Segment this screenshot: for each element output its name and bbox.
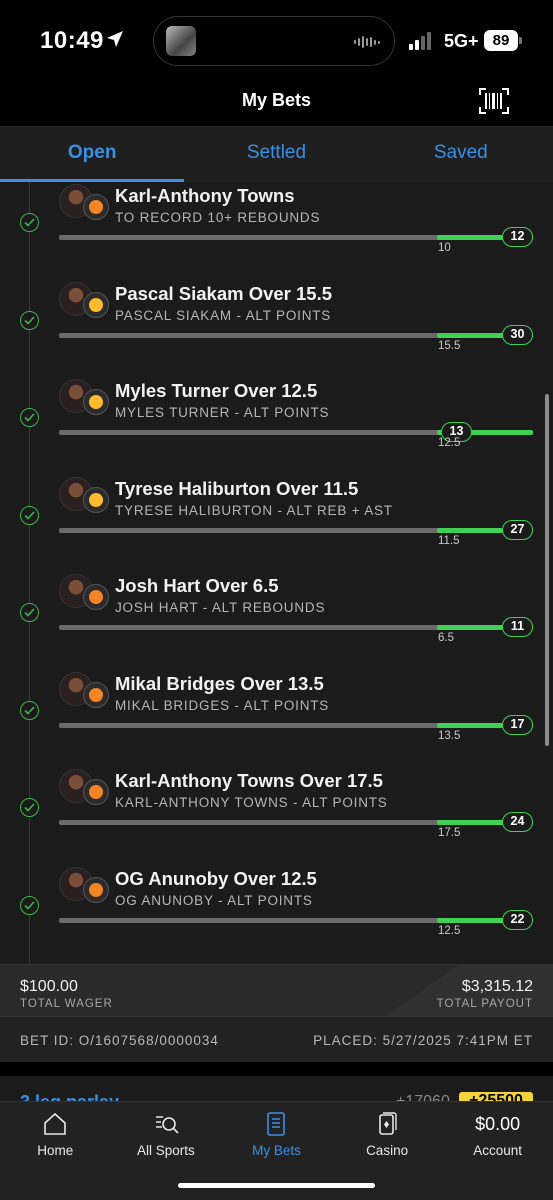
team-logo-icon bbox=[83, 584, 109, 610]
leg-result-badge: 22 bbox=[502, 909, 533, 930]
leg-market: PASCAL SIAKAM - ALT POINTS bbox=[115, 307, 332, 323]
leg-won-check-icon bbox=[20, 408, 39, 427]
cellular-signal-icon bbox=[409, 32, 431, 50]
app-header: My Bets bbox=[0, 80, 553, 126]
location-arrow-icon bbox=[107, 31, 123, 47]
leg-title: Tyrese Haliburton Over 11.5 bbox=[115, 477, 359, 499]
leg-market: MYLES TURNER - ALT POINTS bbox=[115, 405, 330, 420]
leg-title: Josh Hart Over 6.5 bbox=[115, 575, 279, 596]
leg-market: KARL-ANTHONY TOWNS - ALT POINTS bbox=[115, 795, 388, 810]
bet-leg[interactable]: Mikal Bridges Over 13.5 MIKAL BRIDGES - A… bbox=[0, 660, 553, 757]
nav-home-label: Home bbox=[37, 1143, 74, 1158]
network-type: 5G+ bbox=[444, 31, 479, 51]
bet-leg[interactable]: Karl-Anthony Towns TO RECORD 10+ REBOUNDS… bbox=[0, 182, 553, 269]
home-icon bbox=[44, 1112, 67, 1135]
leg-market: OG ANUNOBY - ALT POINTS bbox=[115, 892, 313, 908]
now-playing-thumbnail bbox=[166, 26, 196, 56]
leg-market: TYRESE HALIBURTON - ALT REB + AST bbox=[115, 502, 393, 518]
status-bar: 10:49 5G+ 89 bbox=[0, 0, 553, 80]
placed-timestamp: PLACED: 5/27/2025 7:41PM ET bbox=[313, 1033, 533, 1048]
leg-result-badge: 12 bbox=[502, 227, 533, 247]
bet-meta-row: BET ID: O/1607568/0000034 PLACED: 5/27/2… bbox=[0, 1016, 553, 1062]
team-logo-icon bbox=[83, 194, 109, 220]
leg-title: Pascal Siakam Over 15.5 bbox=[115, 282, 333, 304]
nav-my-bets-label: My Bets bbox=[252, 1143, 301, 1158]
leg-won-check-icon bbox=[20, 505, 39, 525]
dynamic-island[interactable] bbox=[153, 16, 395, 66]
leg-result-badge: 27 bbox=[502, 519, 533, 540]
clock: 10:49 bbox=[40, 27, 104, 54]
team-logo-icon bbox=[83, 779, 109, 805]
nav-casino-label: Casino bbox=[366, 1143, 409, 1158]
audio-wave-icon bbox=[354, 36, 380, 48]
cards-icon bbox=[379, 1112, 397, 1135]
bet-leg[interactable]: Pascal Siakam Over 15.5 PASCAL SIAKAM - A… bbox=[0, 270, 553, 367]
nav-all-sports-label: All Sports bbox=[137, 1143, 195, 1158]
bet-leg[interactable]: Tyrese Haliburton Over 11.5 TYRESE HALIBU… bbox=[0, 465, 553, 562]
scrollbar[interactable] bbox=[545, 394, 549, 746]
leg-won-check-icon bbox=[20, 603, 39, 622]
leg-target-value: 15.5 bbox=[438, 339, 461, 352]
tab-settled[interactable]: Settled bbox=[184, 127, 368, 182]
team-logo-icon bbox=[83, 876, 109, 903]
leg-won-check-icon bbox=[20, 213, 39, 232]
leg-target-value: 11.5 bbox=[438, 534, 460, 547]
leg-target-value: 13.5 bbox=[438, 729, 461, 742]
account-balance: $0.00 bbox=[475, 1114, 521, 1134]
leg-target-value: 10 bbox=[438, 242, 451, 254]
barcode-scan-icon[interactable] bbox=[479, 88, 509, 114]
total-wager-label: TOTAL WAGER bbox=[20, 998, 113, 1010]
bet-leg[interactable]: Myles Turner Over 12.5 MYLES TURNER - ALT… bbox=[0, 367, 553, 464]
bet-id: BET ID: O/1607568/0000034 bbox=[20, 1033, 219, 1048]
total-payout-value: $3,315.12 bbox=[461, 978, 533, 995]
bet-leg[interactable]: Karl-Anthony Towns Over 17.5 KARL-ANTHONY… bbox=[0, 757, 553, 854]
leg-title: OG Anunoby Over 12.5 bbox=[115, 867, 317, 889]
leg-result-badge: 11 bbox=[502, 617, 533, 637]
nav-account-label: Account bbox=[473, 1143, 523, 1158]
bet-legs-list[interactable]: Karl-Anthony Towns TO RECORD 10+ REBOUNDS… bbox=[0, 182, 553, 964]
leg-won-check-icon bbox=[20, 700, 39, 720]
search-sports-icon bbox=[155, 1116, 179, 1134]
page-title: My Bets bbox=[241, 90, 312, 110]
leg-market: MIKAL BRIDGES - ALT POINTS bbox=[115, 697, 330, 713]
total-payout-label: TOTAL PAYOUT bbox=[436, 998, 533, 1010]
leg-won-check-icon bbox=[20, 310, 39, 330]
total-wager-value: $100.00 bbox=[20, 978, 78, 995]
bet-leg[interactable]: Josh Hart Over 6.5 JOSH HART - ALT REBOUN… bbox=[0, 562, 553, 659]
leg-target-value: 17.5 bbox=[438, 827, 461, 839]
leg-won-check-icon bbox=[20, 798, 39, 817]
leg-result-badge: 30 bbox=[502, 324, 533, 345]
bet-summary: $100.00 TOTAL WAGER $3,315.12 TOTAL PAYO… bbox=[0, 964, 553, 1017]
leg-title: Karl-Anthony Towns Over 17.5 bbox=[115, 770, 383, 791]
leg-won-check-icon bbox=[20, 895, 39, 915]
team-logo-icon bbox=[83, 389, 109, 415]
leg-target-value: 6.5 bbox=[438, 632, 454, 644]
leg-target-value: 12.5 bbox=[438, 437, 461, 449]
next-bet-card[interactable]: 3 leg parlay +17060 +25500 bbox=[0, 1062, 553, 1112]
leg-title: Karl-Anthony Towns bbox=[115, 185, 295, 206]
bet-slip-icon bbox=[267, 1112, 286, 1136]
nav-home[interactable]: Home bbox=[0, 1102, 111, 1200]
tab-saved[interactable]: Saved bbox=[369, 127, 553, 182]
leg-title: Myles Turner Over 12.5 bbox=[115, 380, 318, 401]
team-logo-icon bbox=[83, 486, 109, 513]
leg-market: JOSH HART - ALT REBOUNDS bbox=[115, 600, 326, 615]
nav-account[interactable]: $0.00 Account bbox=[442, 1102, 553, 1200]
leg-result-badge: 24 bbox=[502, 812, 533, 832]
battery-tip bbox=[519, 37, 522, 44]
leg-result-badge: 17 bbox=[502, 714, 533, 735]
bets-tab-bar: Open Settled Saved bbox=[0, 126, 553, 182]
tab-open[interactable]: Open bbox=[0, 127, 185, 182]
bet-leg[interactable]: OG Anunoby Over 12.5 OG ANUNOBY - ALT POI… bbox=[0, 855, 553, 952]
leg-market: TO RECORD 10+ REBOUNDS bbox=[115, 210, 321, 225]
team-logo-icon bbox=[83, 681, 109, 708]
leg-title: Mikal Bridges Over 13.5 bbox=[115, 672, 324, 694]
battery-icon: 89 bbox=[484, 30, 518, 51]
team-logo-icon bbox=[83, 291, 109, 318]
home-indicator bbox=[178, 1183, 375, 1188]
leg-target-value: 12.5 bbox=[438, 924, 461, 937]
